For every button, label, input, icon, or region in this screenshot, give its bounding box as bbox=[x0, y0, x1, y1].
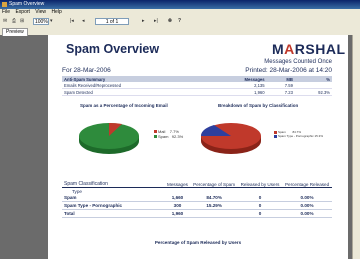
summary-percent: 92.3% bbox=[294, 88, 332, 96]
chevron-down-icon[interactable]: ▾ bbox=[50, 18, 53, 25]
legend-swatch bbox=[154, 135, 157, 139]
class-type: Total bbox=[62, 209, 165, 218]
print-icon[interactable]: ⎙ bbox=[12, 18, 16, 25]
class-messages: 300 bbox=[164, 201, 191, 210]
class-messages: 1,660 bbox=[164, 194, 191, 202]
class-percent-released: 0.00% bbox=[282, 209, 332, 218]
printed-date: Printed: 28-Mar-2006 at 14:20 bbox=[245, 67, 332, 74]
class-released: 0 bbox=[237, 194, 283, 202]
export-icon[interactable]: ✉ bbox=[3, 18, 7, 25]
next-page-button[interactable]: ▸ bbox=[142, 18, 145, 25]
page-indicator[interactable]: 1 of 1 bbox=[95, 18, 129, 25]
class-type: Spam bbox=[62, 194, 165, 202]
class-percent: 15.29% bbox=[190, 201, 238, 210]
summary-messages: 1,960 bbox=[210, 88, 267, 96]
class-percent bbox=[190, 209, 238, 218]
report-title: Spam Overview bbox=[66, 42, 160, 56]
marshal-logo: MARSHAL bbox=[272, 41, 346, 57]
counted-note: Messages Counted Once bbox=[264, 59, 332, 65]
chart1-title: Spam as a Percentage of Incoming Email bbox=[80, 103, 168, 108]
last-page-button[interactable]: ▸| bbox=[154, 18, 158, 25]
menu-file[interactable]: File bbox=[2, 9, 10, 15]
table-row: Spam 1,660 84.70% 0 0.00% bbox=[62, 194, 332, 202]
help-icon[interactable]: ? bbox=[178, 18, 181, 25]
released-chart-title: Percentage of Spam Released by Users bbox=[154, 240, 242, 245]
class-released: 0 bbox=[237, 201, 283, 210]
pie2-legend: Spam 84.7% Spam Type - Pornographic 15.3… bbox=[274, 130, 323, 138]
class-type: Spam Type - Pornographic bbox=[62, 201, 165, 210]
spam-classification-pie bbox=[200, 123, 261, 154]
summary-label: Spam Detected bbox=[62, 88, 211, 96]
spam-classification-table: Spam Classification Messages Percentage … bbox=[62, 181, 332, 218]
menu-export[interactable]: Export bbox=[15, 9, 29, 15]
anti-spam-summary-table: Anti-Spam Summary Messages MB % Emails R… bbox=[62, 76, 332, 96]
app-icon bbox=[2, 2, 7, 7]
table-row: Spam Type - Pornographic 300 15.29% 0 0.… bbox=[62, 201, 332, 210]
class-percent-released: 0.00% bbox=[282, 194, 332, 202]
report-page: Spam Overview MARSHAL Messages Counted O… bbox=[48, 35, 348, 259]
print-setup-icon[interactable]: ⊞ bbox=[20, 18, 24, 25]
class-released: 0 bbox=[237, 209, 283, 218]
prev-page-button[interactable]: ◂ bbox=[82, 18, 85, 25]
chart2-title: Breakdown of Spam by Classification bbox=[218, 103, 299, 108]
first-page-button[interactable]: |◂ bbox=[70, 18, 74, 25]
menu-view[interactable]: View bbox=[35, 9, 46, 15]
legend-swatch bbox=[154, 130, 157, 134]
find-icon[interactable]: ꔮ bbox=[168, 18, 172, 25]
tab-bar: Preview bbox=[0, 27, 360, 36]
menu-help[interactable]: Help bbox=[51, 9, 61, 15]
class-percent: 84.70% bbox=[190, 194, 238, 202]
pie1-legend: Mail 7.7% Spam 92.3% bbox=[154, 129, 183, 139]
report-date: For 28-Mar-2006 bbox=[62, 67, 111, 74]
summary-mb: 7.23 bbox=[266, 88, 295, 96]
table-row: Total 1,960 0 0.00% bbox=[62, 209, 332, 218]
legend-item: Spam Type - Pornographic 15.3% bbox=[274, 134, 323, 138]
window-titlebar: Spam Overview bbox=[0, 0, 360, 9]
menu-bar: File Export View Help bbox=[0, 9, 360, 16]
legend-item: Spam 92.3% bbox=[154, 134, 183, 139]
legend-swatch bbox=[274, 134, 277, 138]
class-messages: 1,960 bbox=[164, 209, 191, 218]
tab-preview[interactable]: Preview bbox=[2, 28, 28, 36]
table-row: Spam Detected 1,960 7.23 92.3% bbox=[62, 88, 332, 96]
zoom-select[interactable]: 100% bbox=[33, 18, 49, 25]
vertical-scrollbar[interactable] bbox=[352, 35, 360, 259]
window-title: Spam Overview bbox=[9, 1, 45, 7]
spam-percentage-pie bbox=[79, 122, 139, 154]
class-percent-released: 0.00% bbox=[282, 201, 332, 210]
